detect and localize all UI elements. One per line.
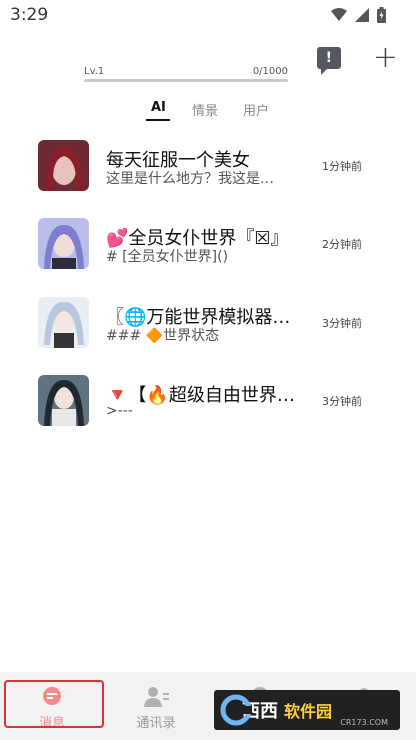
chat-time: 2分钟前 [322,238,362,251]
contacts-icon [144,687,169,707]
avatar [38,375,89,426]
signal-icon [355,8,369,22]
header-actions: ! + [316,43,398,75]
chat-preview: # [全员女仆世界]() [106,249,229,265]
chat-time: 3分钟前 [322,395,362,408]
status-icons [331,7,386,23]
chat-time: 1分钟前 [322,160,362,173]
watermark-c-icon [220,694,252,726]
status-time: 3:29 [10,5,49,25]
chat-item[interactable]: 每天征服一个美女 这里是什么地方？我这是… 1分钟前 [0,140,416,196]
status-bar: 3:29 [0,0,416,30]
level-value: 0/1000 [252,66,288,77]
tab-user[interactable]: 用户 [243,100,269,119]
avatar [38,297,89,348]
watermark-logo: 西西 软件园 CR173.COM [214,690,400,730]
chat-preview: 这里是什么地方？我这是… [106,171,274,187]
chat-item[interactable]: 💕全员女仆世界『☒』 # [全员女仆世界]() 2分钟前 [0,218,416,274]
nav-contacts-label: 通讯录 [136,716,176,731]
watermark-domain: CR173.COM [340,718,388,727]
avatar [38,218,89,269]
battery-icon [377,7,386,23]
level-label: Lv.1 [84,66,105,77]
chat-preview: ### 🔶世界状态 [106,328,220,344]
tab-scenario[interactable]: 情景 [192,100,218,119]
feedback-icon[interactable]: ! [316,47,341,75]
level-track [84,79,288,82]
tab-ai[interactable]: AI [151,100,166,115]
watermark-tagline: 软件园 [284,702,333,721]
chat-item[interactable]: 〖🌐万能世界模拟器〗… ### 🔶世界状态 3分钟前 [0,297,416,353]
avatar [38,140,89,191]
chat-time: 3分钟前 [322,317,362,330]
nav-highlight-box [4,680,104,728]
wifi-icon [331,8,347,21]
tab-bar: AI 情景 用户 [0,100,416,126]
nav-contacts[interactable]: 通讯录 [104,672,208,740]
add-icon[interactable]: + [373,43,398,73]
chat-item[interactable]: 🔻【🔥超级自由世界〗… >--- 3分钟前 [0,375,416,431]
chat-preview: >--- [106,403,133,419]
tab-active-indicator [146,119,170,121]
